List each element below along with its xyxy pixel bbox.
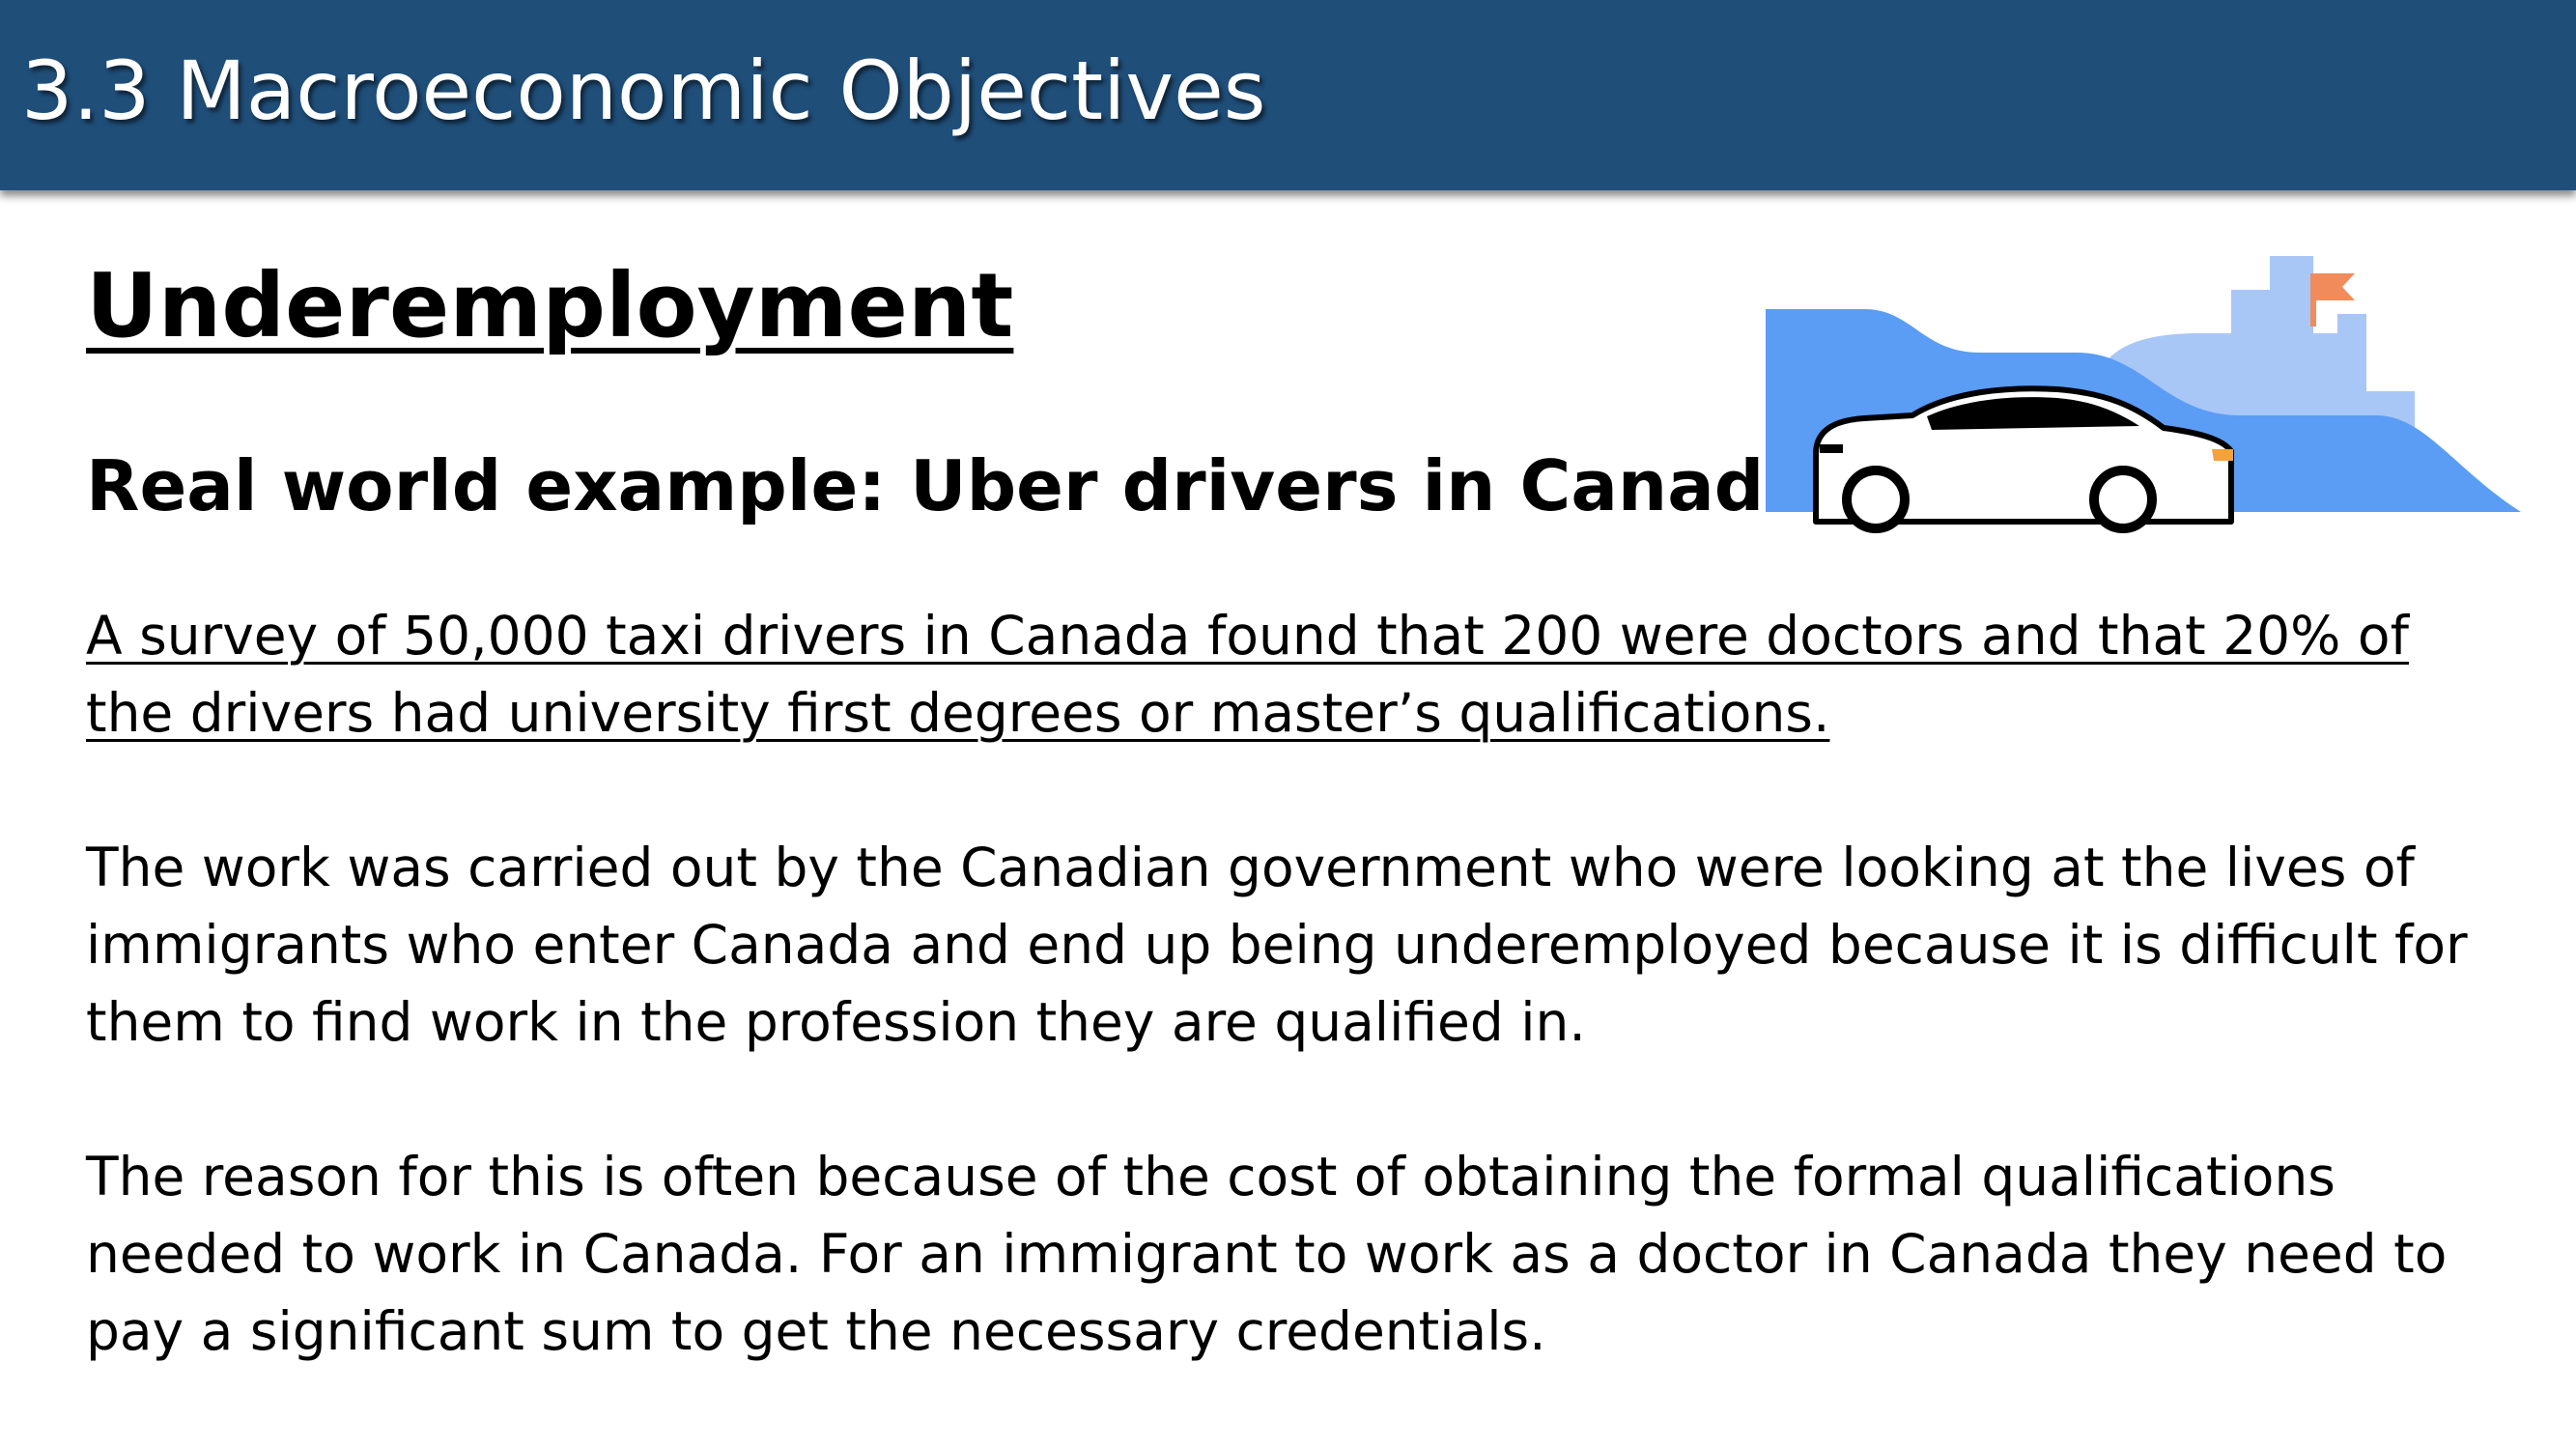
survey-paragraph: A survey of 50,000 taxi drivers in Canad… (86, 605, 2409, 744)
car-taillight (1820, 444, 1843, 453)
header-bar: 3.3 Macroeconomic Objectives (0, 0, 2576, 190)
car-headlight (2212, 449, 2233, 461)
front-wheel (2089, 466, 2157, 533)
section-heading: Underemployment (86, 254, 1014, 357)
reason-paragraph: The reason for this is often because of … (86, 1146, 2448, 1362)
rear-wheel (1842, 466, 1910, 533)
slide: 3.3 Macroeconomic Objectives Underemploy… (0, 0, 2576, 1449)
flag-icon (2316, 273, 2355, 300)
car-city-illustration-icon (1766, 256, 2521, 533)
government-paragraph: The work was carried out by the Canadian… (86, 837, 2468, 1053)
slide-title: 3.3 Macroeconomic Objectives (21, 43, 1266, 138)
section-subheading: Real world example: Uber drivers in Cana… (86, 445, 1811, 526)
flag-pole (2310, 273, 2316, 327)
